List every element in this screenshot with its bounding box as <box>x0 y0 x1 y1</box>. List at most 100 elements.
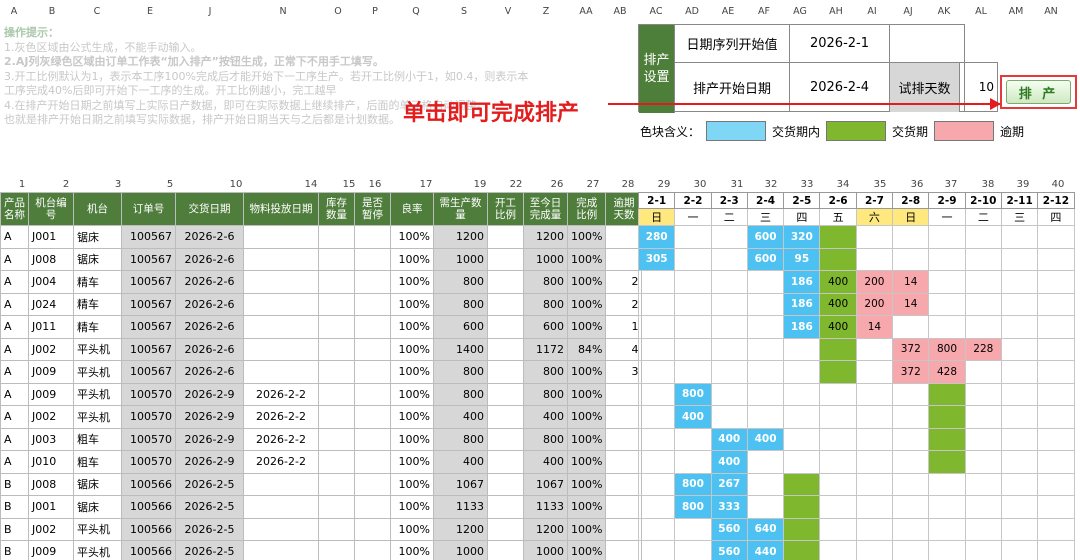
schedule-cell[interactable] <box>892 517 930 541</box>
schedule-cell[interactable] <box>1037 382 1075 406</box>
table-cell[interactable] <box>354 495 391 519</box>
schedule-cell[interactable] <box>819 450 857 474</box>
schedule-cell[interactable] <box>819 540 857 560</box>
table-cell[interactable]: A <box>0 337 29 361</box>
table-cell[interactable]: 2026-2-9 <box>175 450 244 474</box>
column-letter[interactable]: E <box>138 0 162 24</box>
table-cell[interactable] <box>243 315 319 339</box>
table-cell[interactable]: 2026-2-2 <box>243 382 319 406</box>
column-letter[interactable]: AJ <box>896 0 920 24</box>
schedule-cell[interactable] <box>746 292 785 316</box>
schedule-cell[interactable]: 14 <box>892 270 930 294</box>
schedule-cell[interactable] <box>855 337 894 361</box>
table-cell[interactable]: J002 <box>28 405 74 429</box>
schedule-cell[interactable] <box>1037 495 1075 519</box>
schedule-cell[interactable] <box>710 360 748 384</box>
table-cell[interactable]: 100% <box>390 517 434 541</box>
table-cell[interactable] <box>605 225 643 249</box>
table-cell[interactable]: 1000 <box>433 540 488 560</box>
table-cell[interactable]: 精车 <box>73 270 122 294</box>
table-cell[interactable]: 400 <box>523 405 568 429</box>
table-cell[interactable] <box>487 540 524 560</box>
table-cell[interactable]: B <box>0 495 29 519</box>
table-cell[interactable]: 100567 <box>121 360 176 384</box>
table-cell[interactable]: 1200 <box>433 225 488 249</box>
schedule-cell[interactable] <box>710 382 748 406</box>
table-cell[interactable] <box>605 495 643 519</box>
table-cell[interactable] <box>605 517 643 541</box>
table-cell[interactable] <box>318 247 355 271</box>
table-cell[interactable] <box>318 292 355 316</box>
table-cell[interactable]: A <box>0 382 29 406</box>
schedule-button[interactable]: 排 产 <box>1006 80 1071 104</box>
table-cell[interactable]: 1000 <box>523 540 568 560</box>
table-cell[interactable]: A <box>0 247 29 271</box>
schedule-cell[interactable] <box>964 427 1002 451</box>
table-cell[interactable] <box>354 427 391 451</box>
schedule-cell[interactable]: 200 <box>855 292 894 316</box>
schedule-cell[interactable] <box>964 540 1002 560</box>
schedule-cell[interactable] <box>637 472 676 496</box>
table-cell[interactable] <box>487 382 524 406</box>
table-cell[interactable]: J001 <box>28 225 74 249</box>
schedule-cell[interactable]: 333 <box>710 495 748 519</box>
table-cell[interactable]: 100567 <box>121 292 176 316</box>
column-letter[interactable]: J <box>198 0 222 24</box>
table-cell[interactable]: 2026-2-9 <box>175 405 244 429</box>
table-cell[interactable] <box>487 517 524 541</box>
table-cell[interactable] <box>318 540 355 560</box>
schedule-cell[interactable]: 372 <box>892 337 930 361</box>
table-cell[interactable] <box>354 405 391 429</box>
table-cell[interactable] <box>605 382 643 406</box>
schedule-cell[interactable] <box>819 405 857 429</box>
table-cell[interactable]: 800 <box>433 382 488 406</box>
table-cell[interactable]: J009 <box>28 382 74 406</box>
table-cell[interactable]: 平头机 <box>73 337 122 361</box>
table-cell[interactable]: A <box>0 225 29 249</box>
table-cell[interactable]: 1133 <box>523 495 568 519</box>
table-cell[interactable]: 2 <box>605 292 643 316</box>
table-cell[interactable]: 100% <box>566 225 607 249</box>
table-cell[interactable]: 粗车 <box>73 450 122 474</box>
table-cell[interactable]: J011 <box>28 315 74 339</box>
table-cell[interactable]: 100% <box>566 360 607 384</box>
table-cell[interactable] <box>243 292 319 316</box>
table-cell[interactable] <box>243 540 319 560</box>
schedule-cell[interactable]: 440 <box>746 540 785 560</box>
table-cell[interactable]: B <box>0 540 29 560</box>
schedule-cell[interactable]: 560 <box>710 517 748 541</box>
schedule-cell[interactable]: 428 <box>928 360 966 384</box>
table-cell[interactable] <box>318 382 355 406</box>
table-cell[interactable] <box>243 472 319 496</box>
table-cell[interactable]: 1200 <box>523 517 568 541</box>
table-cell[interactable]: 100% <box>390 292 434 316</box>
schedule-cell[interactable] <box>783 382 821 406</box>
table-cell[interactable]: J008 <box>28 472 74 496</box>
schedule-cell[interactable] <box>964 517 1002 541</box>
table-cell[interactable]: 2026-2-6 <box>175 360 244 384</box>
schedule-cell[interactable]: 640 <box>746 517 785 541</box>
table-cell[interactable]: 粗车 <box>73 427 122 451</box>
schedule-cell[interactable] <box>1037 427 1075 451</box>
schedule-cell[interactable] <box>855 360 894 384</box>
schedule-cell[interactable] <box>783 360 821 384</box>
column-letter[interactable]: Q <box>404 0 428 24</box>
table-cell[interactable] <box>354 360 391 384</box>
schedule-cell[interactable] <box>710 292 748 316</box>
table-cell[interactable]: 2026-2-6 <box>175 270 244 294</box>
table-cell[interactable] <box>487 337 524 361</box>
schedule-cell[interactable] <box>710 247 748 271</box>
column-letter[interactable]: O <box>326 0 350 24</box>
table-cell[interactable]: 100567 <box>121 270 176 294</box>
table-cell[interactable]: 1200 <box>433 517 488 541</box>
schedule-cell[interactable]: 400 <box>819 270 857 294</box>
table-cell[interactable]: 800 <box>523 427 568 451</box>
table-cell[interactable]: 100% <box>566 427 607 451</box>
schedule-cell[interactable] <box>1037 315 1075 339</box>
table-cell[interactable]: 3 <box>605 360 643 384</box>
table-cell[interactable]: J001 <box>28 495 74 519</box>
table-cell[interactable]: J003 <box>28 427 74 451</box>
table-cell[interactable] <box>243 517 319 541</box>
schedule-cell[interactable] <box>783 472 821 496</box>
table-cell[interactable] <box>318 315 355 339</box>
